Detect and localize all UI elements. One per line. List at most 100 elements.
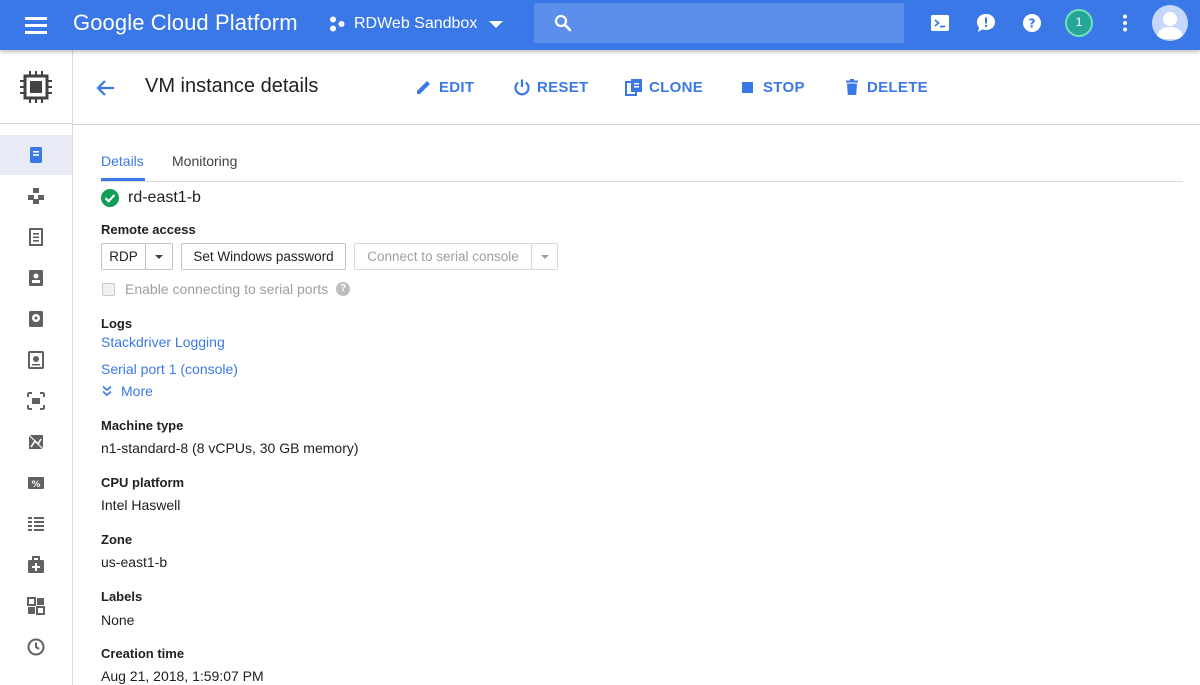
serial-port-link[interactable]: Serial port 1 (console)	[101, 361, 238, 377]
creation-time-label: Creation time	[101, 646, 185, 661]
chevron-down-icon	[489, 20, 504, 28]
double-chevron-down-icon	[102, 385, 112, 397]
reset-button[interactable]: RESET	[513, 75, 589, 99]
tpus-icon	[28, 434, 44, 450]
edit-button[interactable]: EDIT	[415, 75, 474, 99]
help-icon[interactable]: ?	[1021, 12, 1043, 34]
cpu-platform-value: Intel Haswell	[101, 497, 181, 513]
top-app-bar: Google Cloud Platform RDWeb Sandbox ? 1	[0, 0, 1200, 50]
remote-access-label: Remote access	[101, 222, 196, 237]
clock-icon	[27, 638, 45, 656]
nav-zones[interactable]	[0, 586, 72, 626]
nav-health-checks[interactable]	[0, 545, 72, 585]
nav-images[interactable]	[0, 381, 72, 421]
power-icon	[514, 79, 530, 96]
person-icon	[1156, 12, 1184, 39]
more-vert-icon[interactable]	[1114, 12, 1136, 34]
search-icon	[554, 14, 572, 32]
compute-engine-header	[0, 50, 73, 124]
serial-console-button[interactable]: Connect to serial console	[354, 243, 532, 270]
search-input[interactable]	[534, 3, 904, 43]
machine-type-value: n1-standard-8 (8 vCPUs, 30 GB memory)	[101, 440, 359, 456]
help-icon[interactable]: ?	[336, 282, 351, 296]
tab-details[interactable]: Details	[101, 153, 144, 169]
check-circle-icon	[101, 189, 119, 207]
reset-label: RESET	[537, 78, 589, 96]
project-selector[interactable]: RDWeb Sandbox	[328, 12, 504, 36]
caret-down-icon	[155, 255, 163, 260]
stop-icon	[742, 82, 753, 93]
metadata-icon	[28, 517, 44, 531]
product-name[interactable]: Google Cloud Platform	[73, 10, 298, 36]
tab-monitoring[interactable]: Monitoring	[172, 153, 237, 169]
nav-disks[interactable]	[0, 299, 72, 339]
disks-icon	[29, 311, 43, 327]
nav-instance-templates[interactable]	[0, 217, 72, 257]
nav-sole-tenant-nodes[interactable]	[0, 258, 72, 298]
left-nav-rail: %	[0, 50, 73, 685]
nav-instance-groups[interactable]	[0, 176, 72, 216]
machine-type-label: Machine type	[101, 418, 184, 433]
notifications-badge[interactable]: 1	[1065, 9, 1093, 37]
back-arrow-icon[interactable]	[94, 76, 118, 100]
stop-label: STOP	[763, 78, 805, 96]
detail-tabs: Details Monitoring	[101, 145, 1183, 182]
clone-label: CLONE	[649, 78, 703, 96]
pencil-icon	[417, 81, 430, 94]
feedback-icon[interactable]	[975, 12, 997, 34]
compute-engine-icon	[20, 71, 52, 103]
menu-icon[interactable]	[24, 13, 48, 37]
delete-label: DELETE	[867, 78, 928, 96]
nav-operations[interactable]	[0, 627, 72, 667]
serial-console-dropdown-button[interactable]	[531, 243, 558, 270]
nav-snapshots[interactable]	[0, 340, 72, 380]
enable-serial-ports-row: Enable connecting to serial ports ?	[101, 281, 351, 297]
account-avatar[interactable]	[1152, 5, 1188, 41]
health-checks-icon	[28, 556, 44, 573]
active-tab-indicator	[101, 178, 145, 181]
logs-label: Logs	[101, 316, 133, 331]
nav-tpus[interactable]	[0, 422, 72, 462]
vm-instances-icon	[30, 147, 42, 163]
labels-value: None	[101, 612, 135, 628]
clone-button[interactable]: CLONE	[625, 75, 703, 99]
cloud-shell-icon[interactable]	[929, 12, 951, 34]
page-header: VM instance details EDIT RESET CLONE STO…	[73, 50, 1200, 125]
clone-icon	[625, 79, 642, 96]
zone-value: us-east1-b	[101, 554, 168, 570]
stackdriver-logging-link[interactable]: Stackdriver Logging	[101, 334, 225, 350]
cpu-platform-label: CPU platform	[101, 475, 185, 490]
trash-icon	[846, 79, 858, 95]
nav-committed-use-discounts[interactable]: %	[0, 463, 72, 503]
set-windows-password-button[interactable]: Set Windows password	[181, 243, 346, 270]
instance-name: rd-east1-b	[128, 189, 201, 206]
edit-label: EDIT	[439, 78, 475, 96]
caret-down-icon	[540, 255, 549, 260]
project-nodes-icon	[330, 16, 345, 32]
enable-serial-ports-label: Enable connecting to serial ports	[125, 281, 329, 297]
enable-serial-ports-checkbox[interactable]	[102, 282, 115, 296]
instance-title: rd-east1-b	[101, 189, 201, 207]
nav-metadata[interactable]	[0, 504, 72, 544]
zones-icon	[27, 597, 45, 615]
rdp-dropdown-button[interactable]	[145, 243, 173, 270]
snapshots-icon	[28, 351, 44, 369]
page-title: VM instance details	[145, 75, 319, 97]
zone-label: Zone	[101, 532, 133, 547]
svg-text:%: %	[31, 480, 40, 490]
stop-button[interactable]: STOP	[739, 75, 805, 99]
more-label: More	[121, 383, 153, 399]
images-icon	[27, 392, 45, 410]
svg-text:?: ?	[1029, 17, 1036, 31]
more-toggle[interactable]: More	[101, 383, 153, 399]
creation-time-value: Aug 21, 2018, 1:59:07 PM	[101, 668, 264, 684]
labels-label: Labels	[101, 589, 143, 604]
delete-button[interactable]: DELETE	[843, 75, 928, 99]
nav-vm-instances[interactable]	[0, 135, 72, 175]
committed-use-discounts-icon: %	[28, 477, 44, 490]
rdp-button[interactable]: RDP	[101, 243, 146, 270]
instance-groups-icon	[28, 188, 44, 204]
project-name: RDWeb Sandbox	[354, 15, 478, 32]
sole-tenant-nodes-icon	[29, 270, 43, 286]
instance-templates-icon	[29, 228, 43, 246]
